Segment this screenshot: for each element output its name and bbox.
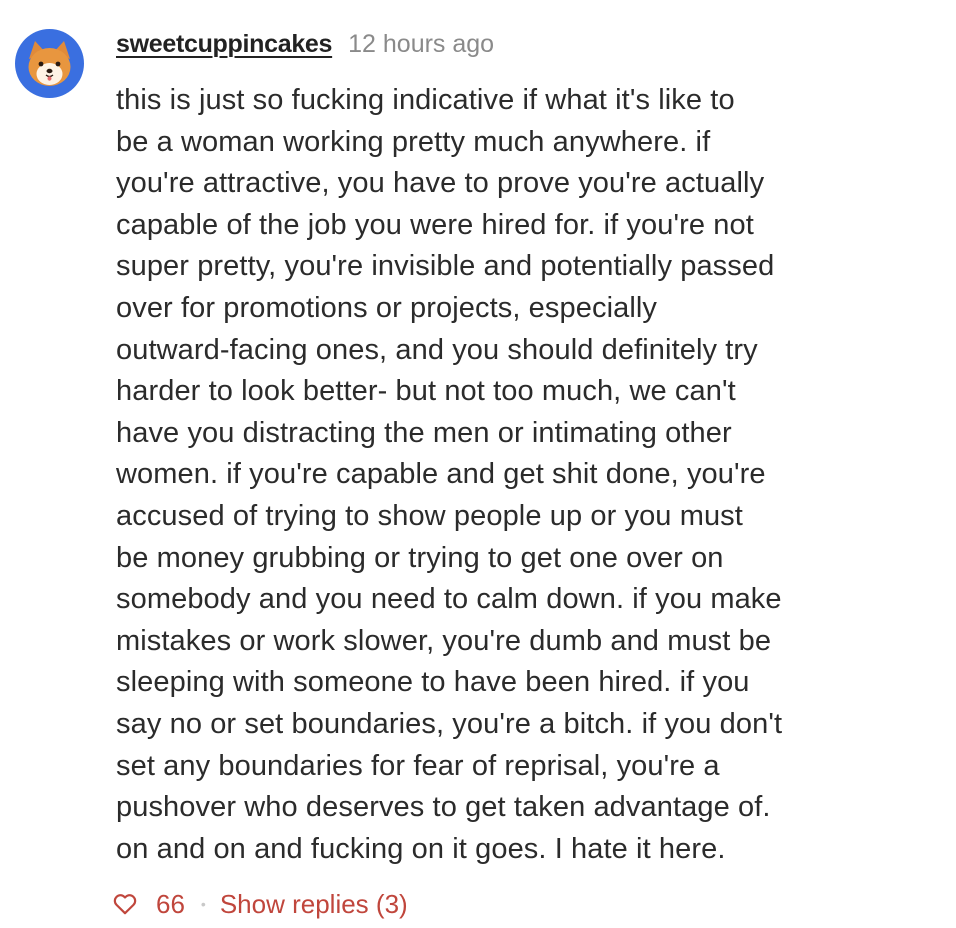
comment-line: pushover who deserves to get taken advan… <box>116 791 771 824</box>
comment-line: you're attractive, you have to prove you… <box>116 167 765 200</box>
dog-face-icon <box>28 41 71 86</box>
show-replies-link[interactable]: Show replies (3) <box>220 889 408 920</box>
comment-line: this is just so fucking indicative if wh… <box>116 84 735 116</box>
comment-line: have you distracting the men or intimati… <box>116 416 732 449</box>
comment-line: harder to look better- but not too much,… <box>116 375 736 408</box>
username-link[interactable]: sweetcuppincakes <box>116 30 332 59</box>
comment-body: this is just so fucking indicative if wh… <box>116 80 906 870</box>
comment-line: outward-facing ones, and you should defi… <box>116 333 758 366</box>
comment-line: on and on and fucking on it goes. I hate… <box>116 832 726 865</box>
comment: sweetcuppincakes 12 hours ago this is ju… <box>0 0 956 928</box>
like-button[interactable]: 66 <box>112 889 185 920</box>
timestamp: 12 hours ago <box>348 30 495 58</box>
comment-line: accused of trying to show people up or y… <box>116 499 743 532</box>
comment-line: set any boundaries for fear of reprisal,… <box>116 749 720 782</box>
comment-line: somebody and you need to calm down. if y… <box>116 583 782 616</box>
comment-line: women. if you're capable and get shit do… <box>116 458 766 491</box>
avatar[interactable] <box>15 29 84 98</box>
comment-line: mistakes or work slower, you're dumb and… <box>116 624 772 657</box>
comment-line: say no or set boundaries, you're a bitch… <box>116 707 783 740</box>
comment-line: sleeping with someone to have been hired… <box>116 666 750 699</box>
comment-line: over for promotions or projects, especia… <box>116 291 658 324</box>
comment-line: be a woman working pretty much anywhere.… <box>116 125 711 158</box>
comment-line: super pretty, you're invisible and poten… <box>116 250 775 283</box>
separator-dot: • <box>200 896 206 912</box>
comment-header: sweetcuppincakes 12 hours ago <box>116 30 494 64</box>
heart-icon <box>113 894 137 915</box>
comment-line: capable of the job you were hired for. i… <box>116 208 754 241</box>
like-count: 66 <box>156 888 185 919</box>
comment-line: be money grubbing or trying to get one o… <box>116 541 724 574</box>
comment-actions: 66 • Show replies (3) <box>112 884 408 924</box>
